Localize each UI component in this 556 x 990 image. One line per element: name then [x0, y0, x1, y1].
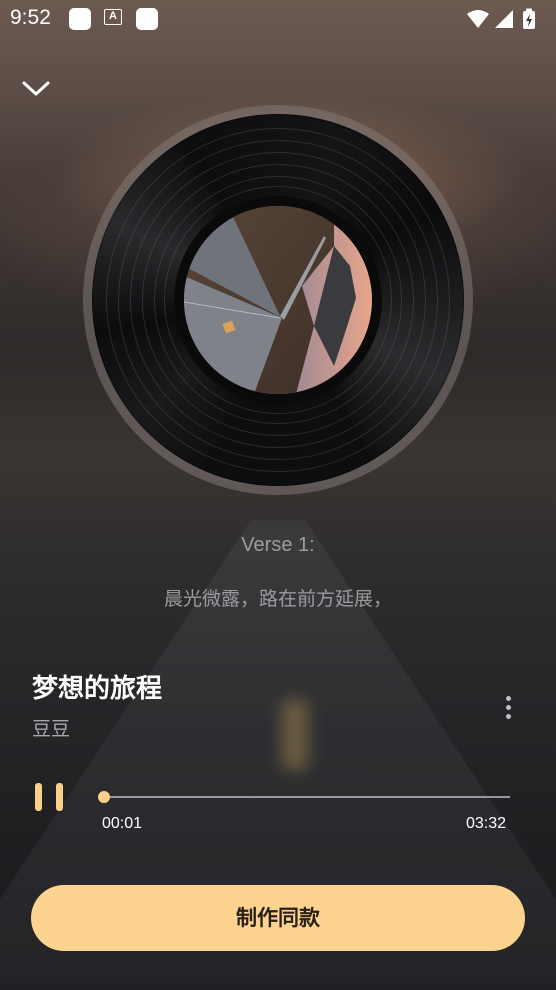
current-time: 00:01: [102, 815, 143, 832]
progress-slider[interactable]: [98, 790, 510, 804]
pause-icon: [35, 783, 42, 811]
pause-icon: [56, 783, 63, 811]
status-bar: 9:52 A: [0, 0, 556, 40]
make-same-button[interactable]: 制作同款: [31, 885, 525, 951]
progress-thumb[interactable]: [98, 791, 111, 803]
battery-charging-icon: [523, 8, 535, 29]
status-time: 9:52: [10, 6, 51, 29]
total-time: 03:32: [465, 815, 506, 832]
signal-icon: [495, 10, 513, 28]
vinyl-disc: [92, 114, 464, 486]
system-icons: [467, 8, 535, 29]
song-artist[interactable]: 豆豆: [32, 716, 70, 742]
lyrics: Verse 1: 晨光微露，路在前方延展，: [0, 533, 556, 611]
album-cover-image: [184, 206, 372, 394]
album-cover: [184, 206, 372, 394]
progress-track: [102, 796, 510, 798]
more-vertical-icon[interactable]: [497, 692, 519, 726]
a-icon: A: [104, 9, 122, 29]
app-icon: [69, 8, 91, 30]
player-screen: 9:52 A Verse 1: 晨光微露，路在前方延展， 梦想的旅程 豆豆 00…: [0, 0, 556, 990]
lyric-heading: Verse 1:: [241, 534, 315, 556]
wifi-icon: [467, 10, 489, 28]
collapse-button[interactable]: [20, 76, 52, 100]
background-road-line: [282, 700, 308, 770]
song-title: 梦想的旅程: [32, 674, 163, 704]
vinyl-record: [83, 105, 473, 495]
chevron-down-icon: [22, 81, 50, 96]
lyric-line: 晨光微露，路在前方延展，: [163, 588, 392, 610]
app-icon: [136, 8, 158, 30]
pause-button[interactable]: [32, 780, 68, 814]
